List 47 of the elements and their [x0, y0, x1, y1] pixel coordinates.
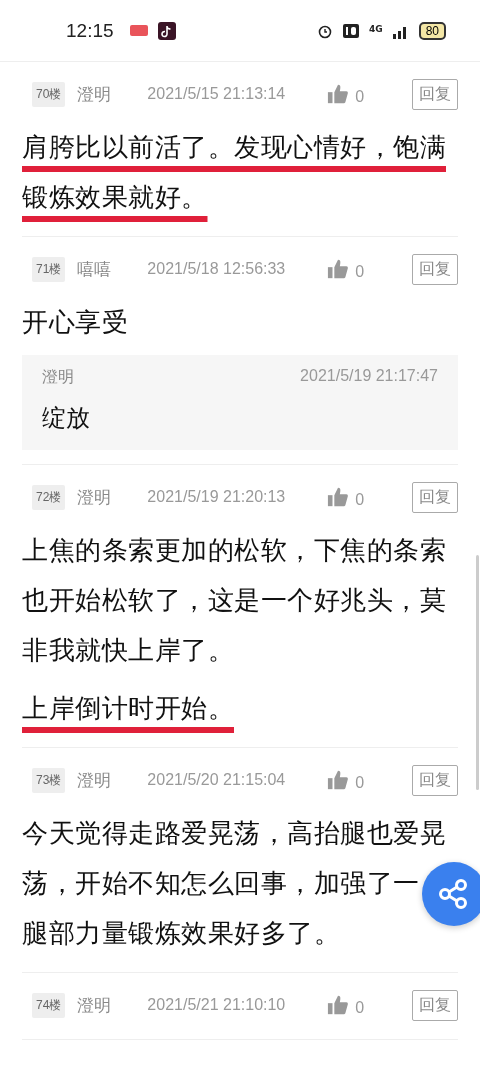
like-count: 0 — [355, 491, 366, 509]
post-date: 2021/5/15 21:13:14 — [147, 85, 287, 103]
reply-button[interactable]: 回复 — [412, 989, 458, 1021]
like-count: 0 — [355, 88, 366, 106]
post-date: 2021/5/21 21:10:10 — [147, 996, 287, 1014]
author-name: 澄明 — [77, 82, 113, 106]
author-name: 澄明 — [77, 485, 113, 509]
floor-badge: 72楼 — [32, 484, 66, 510]
clock-time: 12:15 — [66, 19, 114, 42]
post-text: 开心享受 — [22, 306, 129, 339]
thumbs-up-icon[interactable] — [327, 486, 350, 508]
reply-button[interactable]: 回复 — [412, 78, 458, 110]
music-note-icon — [157, 21, 176, 40]
post-text-line: 荡，开始不知怎么回事，加强了一 — [22, 867, 420, 900]
post-text: 肩胯比以前活了。发现心情好，饱满锻炼效果就好。 — [22, 131, 447, 214]
like-count: 0 — [355, 774, 366, 792]
post-text: 上岸倒计时开始。 — [22, 692, 235, 725]
share-button[interactable] — [422, 862, 480, 926]
floor-badge: 73楼 — [32, 767, 66, 793]
hd-icon — [343, 23, 359, 38]
post-text: 上焦的条索更加的松软，下焦的条索也开始松软了，这是一个好兆头，莫非我就快上岸了。 — [22, 534, 447, 667]
scroll-bar[interactable] — [476, 555, 479, 790]
author-name: 嘻嘻 — [77, 257, 113, 281]
network-type: 4G — [369, 24, 383, 34]
reply-button[interactable]: 回复 — [412, 764, 458, 796]
battery-level: 80 — [418, 21, 446, 40]
thumbs-up-icon[interactable] — [327, 769, 350, 791]
post-date: 2021/5/18 12:56:33 — [147, 260, 287, 278]
author-name: 澄明 — [77, 768, 113, 792]
floor-badge: 74楼 — [32, 992, 66, 1018]
reply-text: 绽放 — [42, 403, 91, 434]
post-text-line: 腿部力量锻炼效果好多了。 — [22, 917, 340, 950]
post-date: 2021/5/20 21:15:04 — [147, 771, 287, 789]
like-count: 0 — [355, 999, 366, 1017]
thumbs-up-icon[interactable] — [327, 258, 350, 280]
like-count: 0 — [355, 263, 366, 281]
thumbs-up-icon[interactable] — [327, 83, 350, 105]
author-name: 澄明 — [77, 993, 113, 1017]
reply-date: 2021/5/19 21:17:47 — [300, 367, 438, 386]
reply-button[interactable]: 回复 — [412, 253, 458, 285]
post-text-line: 今天觉得走路爱晃荡，高抬腿也爱晃 — [22, 817, 446, 850]
floor-badge: 71楼 — [32, 256, 66, 282]
reply-button[interactable]: 回复 — [412, 481, 458, 513]
reply-author: 澄明 — [42, 367, 74, 388]
thumbs-up-icon[interactable] — [327, 994, 350, 1016]
floor-badge: 70楼 — [32, 81, 66, 107]
post-date: 2021/5/19 21:20:13 — [147, 488, 287, 506]
